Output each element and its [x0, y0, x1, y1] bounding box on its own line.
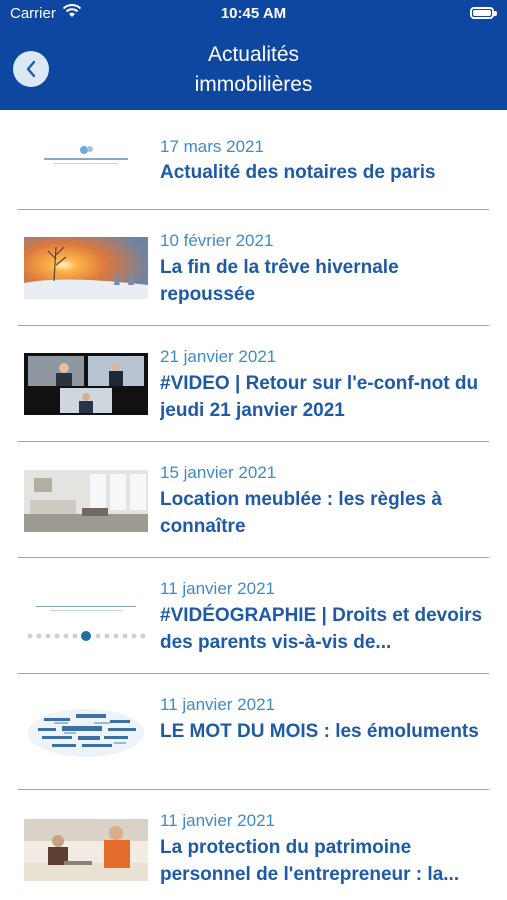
chevron-left-icon: [26, 60, 36, 78]
article-date: 21 janvier 2021: [160, 347, 277, 366]
article-date: 11 janvier 2021: [160, 811, 275, 830]
article-row[interactable]: 11 janvier 2021 LE MOT DU MOIS : les émo…: [0, 674, 507, 790]
battery-icon: [470, 7, 497, 19]
back-button[interactable]: [13, 51, 49, 87]
article-date: 10 février 2021: [160, 231, 274, 250]
page-title: Actualités immobilières: [100, 40, 407, 100]
app-header: Carrier 10:45 AM Actualités immobilières: [0, 0, 507, 110]
article-title: #VIDÉOGRAPHIE | Droits et devoirs des pa…: [160, 605, 483, 653]
article-row[interactable]: 11 janvier 2021 La protection du patrimo…: [0, 790, 507, 900]
article-row[interactable]: 11 janvier 2021 #VIDÉOGRAPHIE | Droits e…: [0, 558, 507, 674]
article-thumbnail: [24, 819, 148, 881]
article-thumbnail: [24, 237, 148, 299]
article-title: #VIDEO | Retour sur l'e-conf-not du jeud…: [160, 373, 479, 421]
article-row[interactable]: 17 mars 2021 Actualité des notaires de p…: [0, 110, 507, 210]
status-bar: Carrier 10:45 AM: [0, 0, 507, 30]
article-date: 17 mars 2021: [160, 137, 264, 156]
article-title: Location meublée : les règles à connaîtr…: [160, 489, 442, 537]
article-row[interactable]: 21 janvier 2021 #VIDEO | Retour sur l'e-…: [0, 326, 507, 442]
article-thumbnail: [24, 142, 148, 178]
article-thumbnail: [24, 702, 148, 764]
clock: 10:45 AM: [220, 5, 287, 22]
article-title: Actualité des notaires de paris: [160, 162, 436, 183]
article-thumbnail: [24, 470, 148, 532]
article-thumbnail: [24, 586, 148, 648]
article-date: 11 janvier 2021: [160, 695, 275, 714]
article-thumbnail: [24, 353, 148, 415]
article-title: La protection du patrimoine personnel de…: [160, 837, 460, 885]
article-date: 11 janvier 2021: [160, 579, 275, 598]
page-title-line2: immobilières: [194, 73, 313, 96]
article-title: La fin de la trêve hivernale repoussée: [160, 257, 399, 305]
article-row[interactable]: 15 janvier 2021 Location meublée : les r…: [0, 442, 507, 558]
article-date: 15 janvier 2021: [160, 463, 277, 482]
article-title: LE MOT DU MOIS : les émoluments: [160, 721, 479, 742]
article-row[interactable]: 10 février 2021 La fin de la trêve hiver…: [0, 210, 507, 326]
page-title-line1: Actualités: [207, 43, 300, 66]
